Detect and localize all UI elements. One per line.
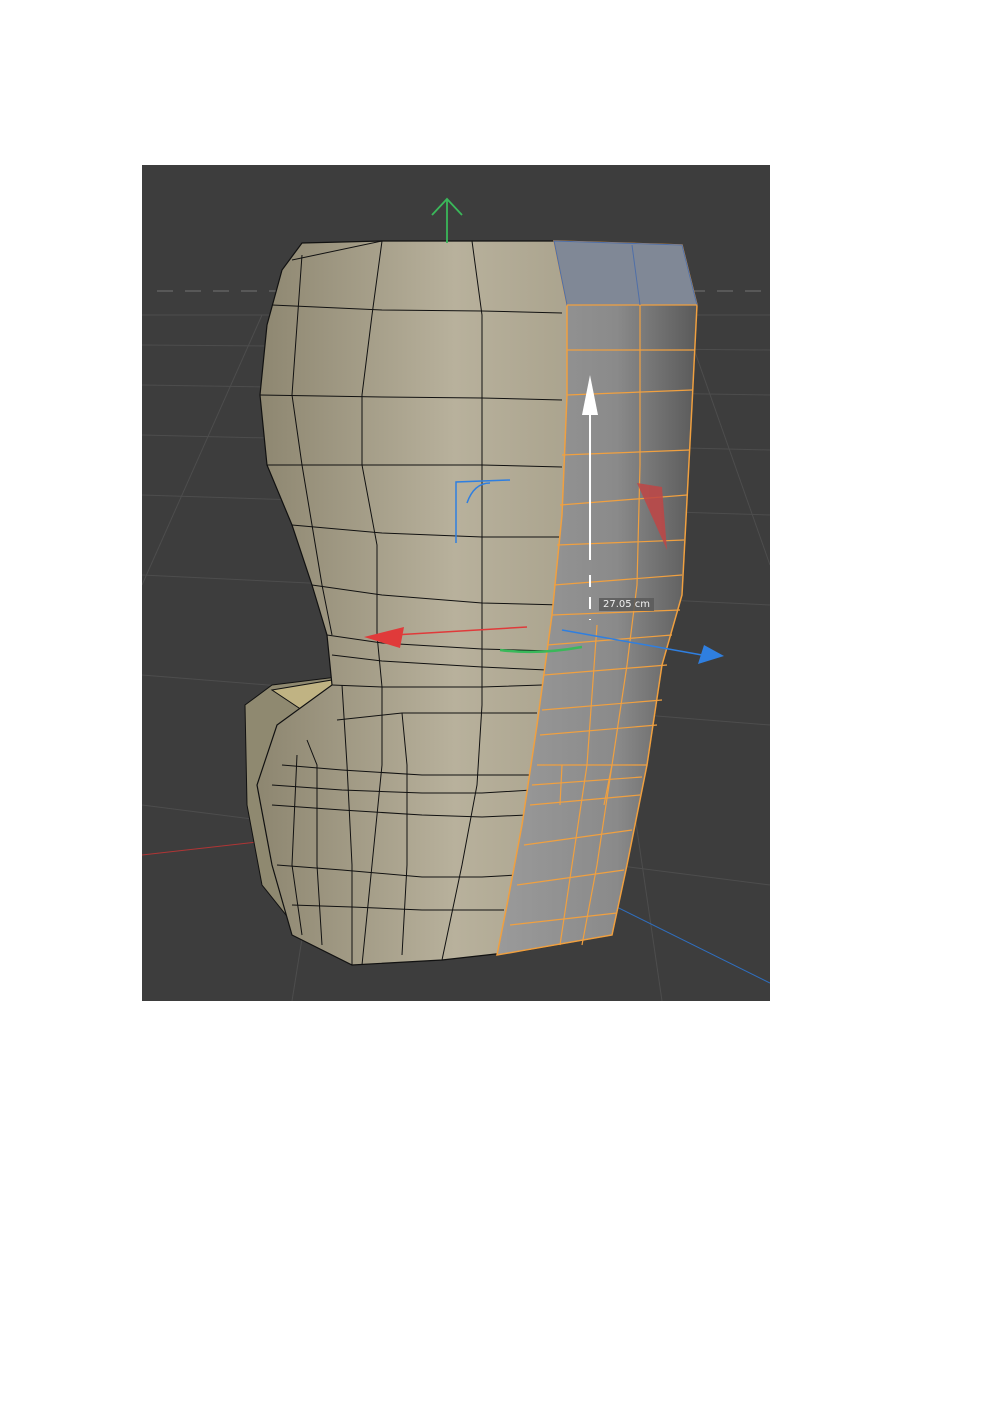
move-y-arrow-icon[interactable] [431, 197, 463, 243]
measurement-readout: 27.05 cm [599, 598, 655, 611]
viewport-canvas[interactable] [142, 165, 770, 1001]
3d-viewport[interactable]: 27.05 cm [142, 165, 770, 1001]
selected-top-faces [553, 240, 698, 306]
